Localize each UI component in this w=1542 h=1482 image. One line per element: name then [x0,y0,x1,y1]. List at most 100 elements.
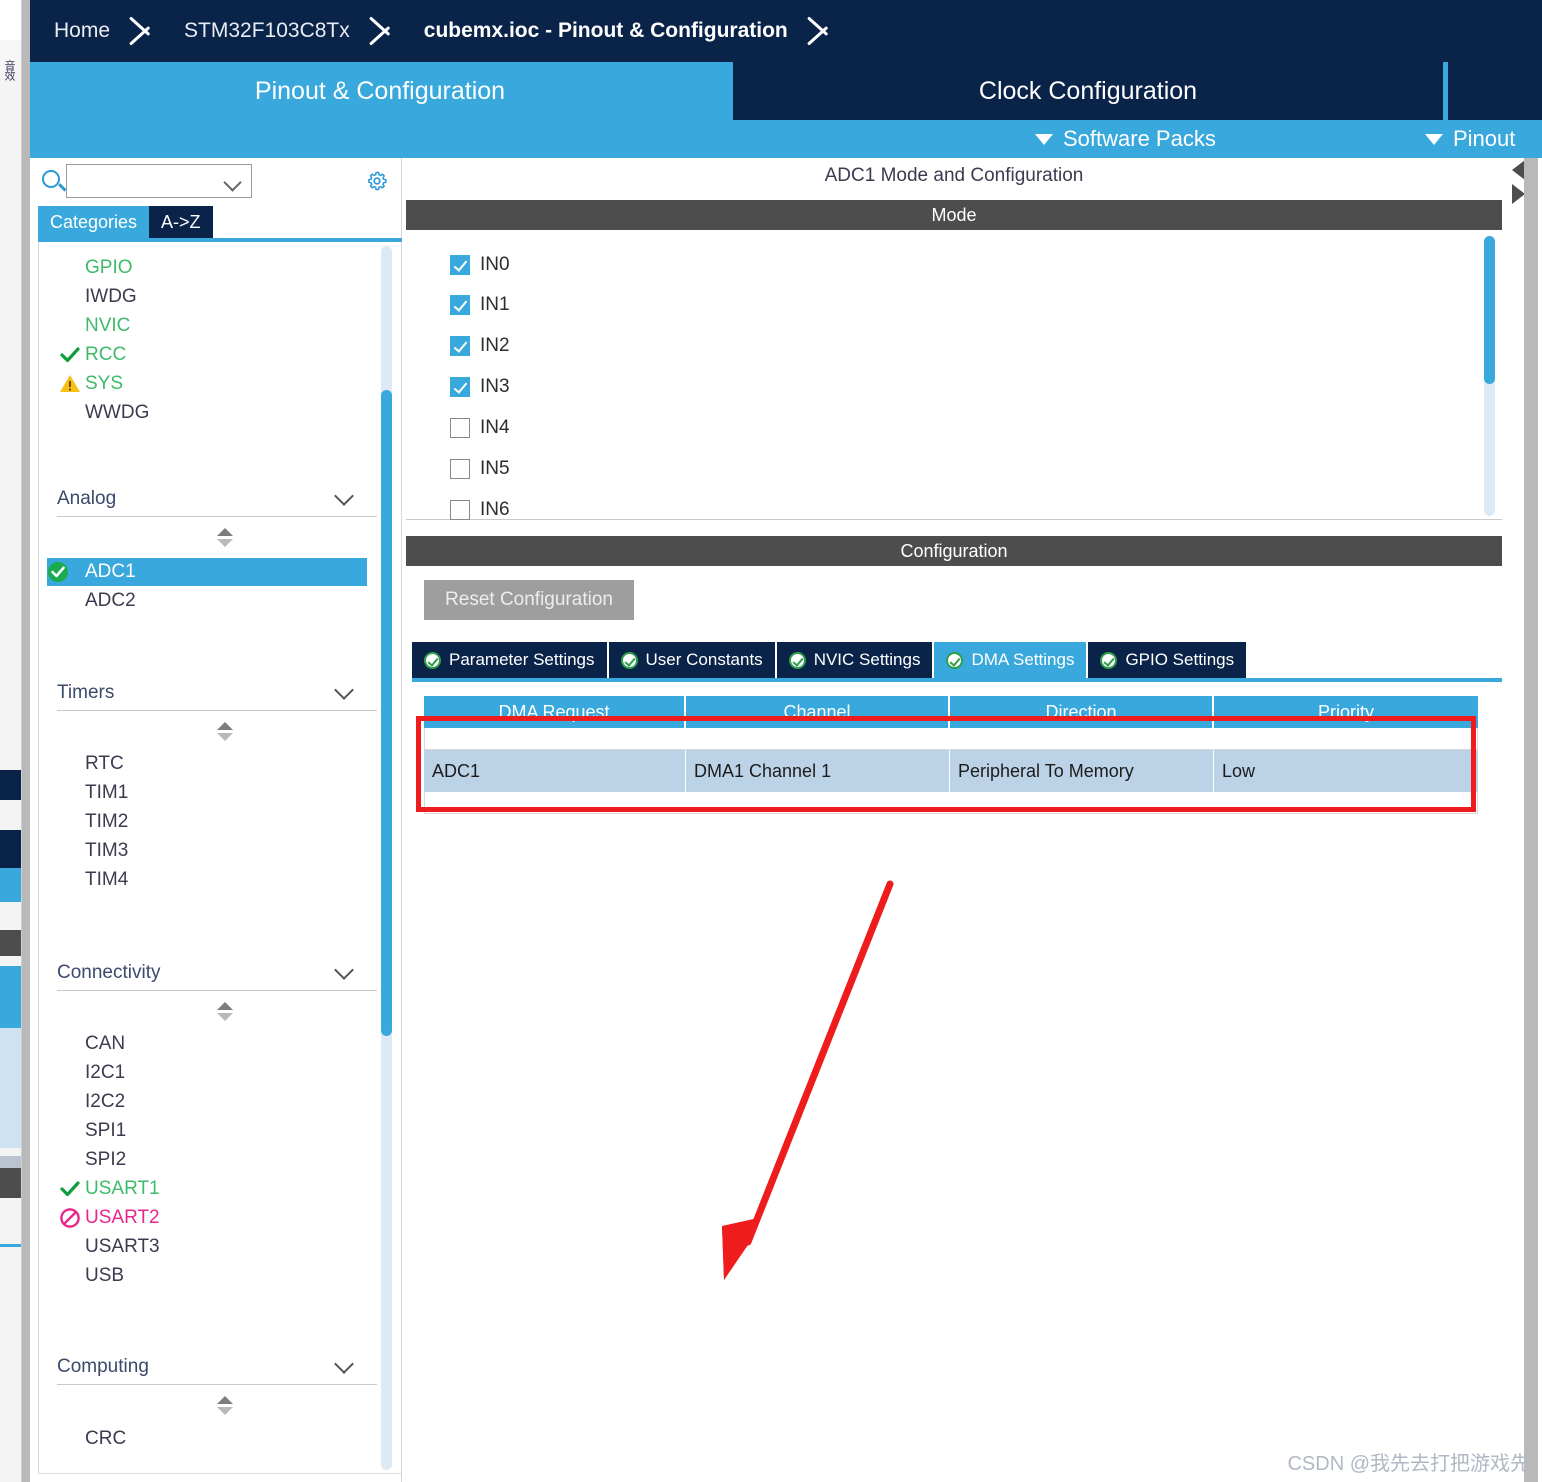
tab-clock-configuration[interactable]: Clock Configuration [733,62,1443,120]
sidebar-item-tim4[interactable]: TIM4 [59,866,128,894]
sidebar-item-label: RCC [85,344,127,365]
sidebar-group-connectivity[interactable]: Connectivity [57,958,377,988]
breadcrumb: Home STM32F103C8Tx cubemx.ioc - Pinout &… [30,0,1542,62]
configuration-section-header: Configuration [406,536,1502,566]
sidebar-group-computing[interactable]: Computing [57,1352,377,1382]
sidebar-item-gpio[interactable]: GPIO [59,254,133,282]
sidebar-item-i2c2[interactable]: I2C2 [59,1088,125,1116]
chevron-right-icon [366,0,400,62]
check-icon [60,1181,80,1197]
tab-a-to-z[interactable]: A->Z [149,206,213,238]
sidebar-item-tim3[interactable]: TIM3 [59,837,128,865]
mode-scrollbar-thumb[interactable] [1484,236,1495,384]
mode-checkbox-in0[interactable]: IN0 [450,252,510,278]
gear-icon[interactable] [364,168,390,194]
configuration-panel: ADC1 Mode and Configuration Mode IN0 IN1… [406,158,1542,1482]
sidebar-item-label: RTC [85,753,124,774]
sidebar-item-iwdg[interactable]: IWDG [59,283,137,311]
checkbox-icon[interactable] [450,255,470,275]
sidebar-item-tim2[interactable]: TIM2 [59,808,128,836]
sidebar-item-label: ADC1 [85,561,136,582]
menu-software-packs-label: Software Packs [1063,126,1216,151]
sidebar-item-tim1[interactable]: TIM1 [59,779,128,807]
checkbox-icon[interactable] [450,295,470,315]
mode-checkbox-in5[interactable]: IN5 [450,456,510,482]
sidebar-item-usb[interactable]: USB [59,1262,124,1290]
table-row[interactable]: ADC1 DMA1 Channel 1 Peripheral To Memory… [424,750,1478,792]
menu-software-packs[interactable]: Software Packs [1035,120,1216,158]
sidebar-item-adc1[interactable]: ADC1 [47,558,367,586]
checkbox-icon[interactable] [450,500,470,520]
checkbox-icon[interactable] [450,377,470,397]
breadcrumb-item-device[interactable]: STM32F103C8Tx [160,0,366,62]
sidebar-item-usart3[interactable]: USART3 [59,1233,160,1261]
sidebar-item-crc[interactable]: CRC [59,1425,126,1453]
chevron-down-icon [334,960,354,980]
sidebar-item-rtc[interactable]: RTC [59,750,124,778]
sidebar-item-label: NVIC [85,315,131,336]
checkbox-icon[interactable] [450,336,470,356]
mode-checkbox-in4[interactable]: IN4 [450,415,510,441]
tab-parameter-settings[interactable]: Parameter Settings [412,642,607,678]
sidebar-item-label: USART3 [85,1236,160,1257]
chevron-down-icon [334,1354,354,1374]
sidebar-item-adc2[interactable]: ADC2 [59,587,136,615]
search-combobox[interactable] [66,164,252,198]
chevron-down-icon[interactable] [223,173,242,192]
sidebar-item-usart1[interactable]: USART1 [59,1175,160,1203]
sidebar-item-sys[interactable]: SYS [59,370,123,398]
sidebar-item-can[interactable]: CAN [59,1030,125,1058]
sidebar-item-label: WWDG [85,402,150,423]
breadcrumb-item-current[interactable]: cubemx.ioc - Pinout & Configuration [400,0,804,62]
tab-label: Parameter Settings [449,650,595,669]
checkbox-icon[interactable] [450,459,470,479]
sidebar-group-label: Analog [57,488,117,509]
scroll-spinner[interactable] [217,722,235,742]
column-header-direction[interactable]: Direction [950,696,1214,728]
table-header-row: DMA Request Channel Direction Priority [424,696,1478,728]
mode-checkbox-in1[interactable]: IN1 [450,292,510,318]
page-title: ADC1 Mode and Configuration [406,158,1502,194]
sidebar-group-analog[interactable]: Analog [57,484,377,514]
sidebar-item-label: TIM2 [85,811,129,832]
sidebar-scrollbar-thumb[interactable] [381,390,392,1036]
sidebar-item-i2c1[interactable]: I2C1 [59,1059,125,1087]
mode-channel-label: IN2 [480,335,510,356]
reset-configuration-button[interactable]: Reset Configuration [424,580,634,620]
breadcrumb-item-home[interactable]: Home [30,0,126,62]
column-header-channel[interactable]: Channel [686,696,950,728]
sidebar-item-nvic[interactable]: NVIC [59,312,130,340]
tab-user-constants[interactable]: User Constants [608,642,775,678]
peripheral-list[interactable]: GPIO IWDG NVIC RCC SYS WWDG Analog ADC1 … [38,242,402,1474]
scroll-spinner[interactable] [217,1396,235,1416]
tab-dma-settings[interactable]: DMA Settings [934,642,1087,678]
checkbox-icon[interactable] [450,418,470,438]
tab-gpio-settings[interactable]: GPIO Settings [1088,642,1247,678]
tab-categories[interactable]: Categories [38,206,150,238]
column-header-dma-request[interactable]: DMA Request [424,696,686,728]
sidebar-item-spi1[interactable]: SPI1 [59,1117,126,1145]
tab-label: DMA Settings [971,650,1075,669]
chevron-right-icon [126,0,160,62]
tab-pinout-configuration[interactable]: Pinout & Configuration [30,62,730,120]
scroll-spinner[interactable] [217,528,235,548]
tab-nvic-settings[interactable]: NVIC Settings [776,642,933,678]
scroll-spinner[interactable] [217,1002,235,1022]
sidebar-item-wwdg[interactable]: WWDG [59,399,149,427]
sidebar-item-spi2[interactable]: SPI2 [59,1146,126,1174]
sidebar-item-label: TIM3 [85,840,129,861]
search-input[interactable] [72,169,217,193]
panel-right-scrollbar[interactable] [1524,158,1538,1482]
tab-extra[interactable] [1446,62,1542,120]
search-icon [42,170,60,188]
mode-checkbox-in2[interactable]: IN2 [450,333,510,359]
mode-checkbox-in6[interactable]: IN6 [450,497,510,523]
mode-checkbox-in3[interactable]: IN3 [450,374,510,400]
sidebar-group-label: Timers [57,682,115,703]
menu-pinout[interactable]: Pinout [1425,120,1515,158]
sidebar-item-rcc[interactable]: RCC [59,341,126,369]
sidebar-item-usart2[interactable]: USART2 [59,1204,160,1232]
column-header-priority[interactable]: Priority [1214,696,1478,728]
sidebar-view-tabs: Categories A->Z [38,206,213,238]
sidebar-group-timers[interactable]: Timers [57,678,377,708]
